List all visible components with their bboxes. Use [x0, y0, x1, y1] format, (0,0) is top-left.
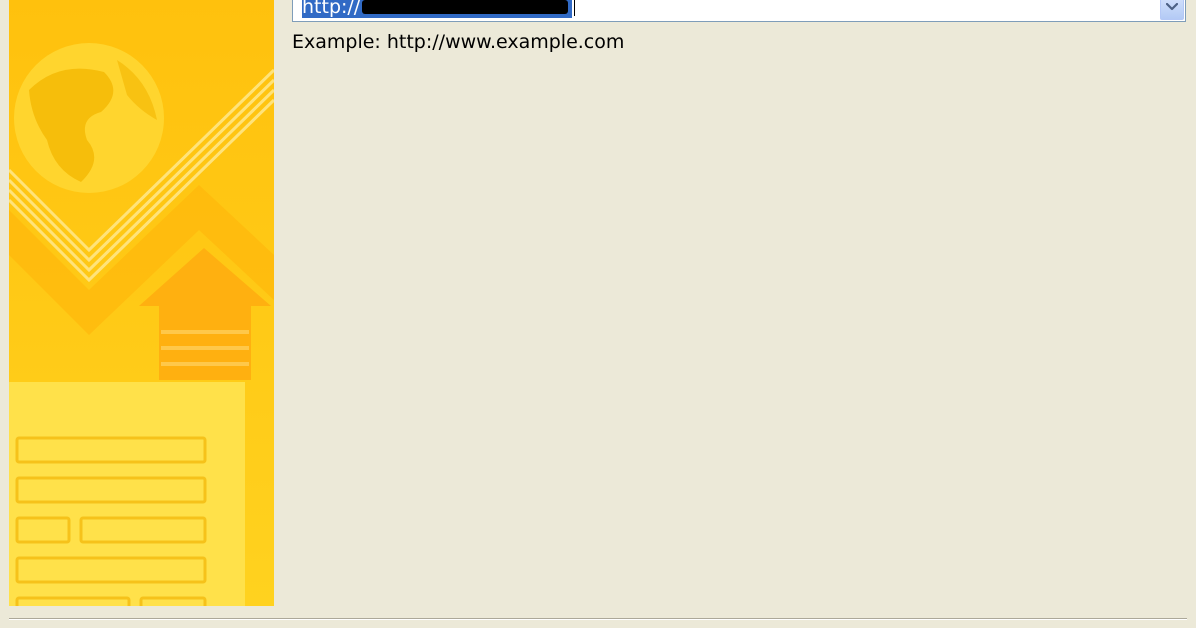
redacted-url-block [362, 0, 569, 14]
wizard-body: http:// Example: http://www.example.com [0, 0, 1196, 622]
side-banner-graphic [9, 0, 274, 606]
text-caret [574, 0, 576, 16]
url-input-value[interactable]: http:// [302, 0, 573, 18]
globe-upload-banner-icon [9, 0, 274, 606]
chevron-down-icon [1166, 3, 1178, 11]
url-dropdown-button[interactable] [1160, 0, 1184, 20]
url-example-hint: Example: http://www.example.com [292, 31, 625, 53]
bottom-divider-highlight [9, 619, 1187, 620]
url-combobox[interactable]: http:// [292, 0, 1186, 22]
url-prefix: http:// [302, 0, 361, 18]
